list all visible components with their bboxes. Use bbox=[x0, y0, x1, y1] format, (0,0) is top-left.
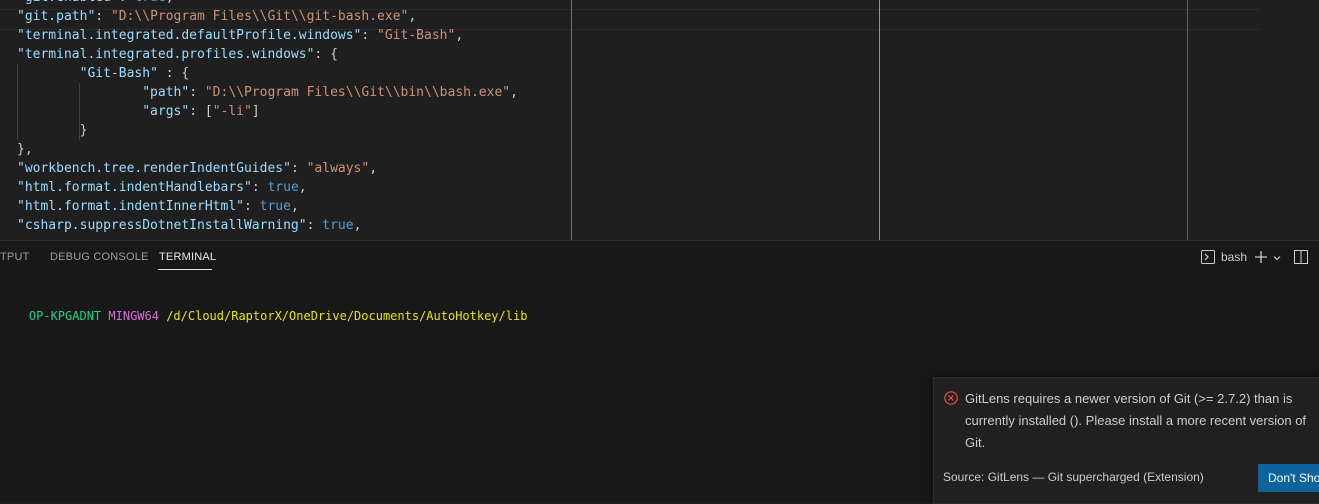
code-token: : bbox=[119, 0, 135, 5]
error-icon bbox=[944, 391, 958, 405]
code-line: "terminal.integrated.defaultProfile.wind… bbox=[17, 26, 518, 45]
code-token: , bbox=[166, 0, 174, 5]
tab-debug-console[interactable]: DEBUG CONSOLE bbox=[50, 251, 149, 263]
code-token: "Git-Bash" bbox=[377, 28, 456, 43]
code-token: , bbox=[455, 28, 464, 43]
code-token: "always" bbox=[306, 161, 370, 176]
split-icon[interactable] bbox=[1294, 250, 1308, 267]
code-line: "git.path": "D:\\Program Files\\Git\\git… bbox=[17, 7, 518, 26]
code-line: "git.enabled": true, bbox=[17, 0, 518, 7]
tab-terminal[interactable]: TERMINAL bbox=[159, 251, 216, 263]
code-token: : bbox=[189, 85, 205, 100]
code-token: "html.format.indentHandlebars" bbox=[17, 180, 252, 195]
prompt-path: /d/Cloud/RaptorX/OneDrive/Documents/Auto… bbox=[166, 309, 528, 323]
code-token: true bbox=[259, 199, 291, 214]
code-line: "terminal.integrated.profiles.windows": … bbox=[17, 45, 518, 64]
code-line: "path": "D:\\Program Files\\Git\\bin\\ba… bbox=[17, 83, 518, 102]
code-token: : bbox=[306, 218, 323, 233]
code-lines: "git.enabled": true,"git.path": "D:\\Pro… bbox=[17, 0, 518, 235]
ruler-green bbox=[571, 0, 572, 240]
code-token: "Git-Bash" bbox=[79, 66, 158, 81]
code-token: "-li" bbox=[212, 104, 252, 119]
code-line: "Git-Bash" : { bbox=[17, 64, 518, 83]
code-token: "args" bbox=[142, 104, 190, 119]
code-token: : [ bbox=[189, 104, 213, 119]
code-line: "html.format.indentHandlebars": true, bbox=[17, 178, 518, 197]
code-token: , bbox=[290, 199, 299, 214]
code-token: true bbox=[134, 0, 165, 5]
code-line: }, bbox=[17, 140, 518, 159]
code-token: "html.format.indentInnerHtml" bbox=[17, 199, 244, 214]
code-line: "csharp.suppressDotnetInstallWarning": t… bbox=[17, 216, 518, 235]
plus-icon[interactable] bbox=[1254, 250, 1268, 267]
code-token: : bbox=[251, 180, 268, 195]
code-token: , bbox=[369, 161, 378, 176]
code-line: "workbench.tree.renderIndentGuides": "al… bbox=[17, 159, 518, 178]
code-token: , bbox=[353, 218, 362, 233]
dont-show-button[interactable]: Don't Show bbox=[1258, 464, 1319, 492]
code-token: : bbox=[95, 9, 111, 24]
code-token: "git.enabled" bbox=[17, 0, 119, 5]
code-token: : bbox=[361, 28, 378, 43]
code-token: : bbox=[290, 161, 307, 176]
code-token: "D:\\Program Files\\Git\\git-bash.exe" bbox=[110, 9, 409, 24]
code-token: }, bbox=[17, 142, 33, 157]
tab-output[interactable]: TPUT bbox=[0, 251, 30, 263]
notification-toast: GitLens requires a newer version of Git … bbox=[933, 377, 1319, 504]
code-token: "git.path" bbox=[17, 9, 96, 24]
code-token: : { bbox=[314, 47, 338, 62]
code-token: "workbench.tree.renderIndentGuides" bbox=[17, 161, 291, 176]
notification-message: GitLens requires a newer version of Git … bbox=[965, 391, 1307, 450]
ruler-red bbox=[1187, 0, 1188, 240]
code-token: , bbox=[408, 9, 417, 24]
chevron-down-icon[interactable] bbox=[1272, 252, 1282, 266]
terminal-icon[interactable] bbox=[1201, 250, 1215, 267]
prompt-system: MINGW64 bbox=[108, 309, 159, 323]
code-token: , bbox=[298, 180, 307, 195]
code-line: "args": ["-li"] bbox=[17, 102, 518, 121]
code-token: ] bbox=[251, 104, 260, 119]
prompt-host: OP-KPGADNT bbox=[28, 309, 102, 323]
code-token: "path" bbox=[142, 85, 190, 100]
code-token: true bbox=[267, 180, 299, 195]
code-line: } bbox=[17, 121, 518, 140]
code-token: "D:\\Program Files\\Git\\bin\\bash.exe" bbox=[204, 85, 511, 100]
code-token: true bbox=[322, 218, 354, 233]
notification-source: Source: GitLens — Git supercharged (Exte… bbox=[943, 470, 1204, 484]
terminal-prompt[interactable]: OP-KPGADNT MINGW64 /d/Cloud/RaptorX/OneD… bbox=[0, 295, 528, 337]
code-token: } bbox=[17, 123, 88, 138]
active-tab-indicator bbox=[158, 269, 212, 270]
terminal-name[interactable]: bash bbox=[1221, 250, 1247, 264]
code-token: : { bbox=[157, 66, 190, 81]
code-token: : bbox=[243, 199, 260, 214]
code-line: "html.format.indentInnerHtml": true, bbox=[17, 197, 518, 216]
code-token: "terminal.integrated.defaultProfile.wind… bbox=[17, 28, 362, 43]
ruler-yellow bbox=[879, 0, 880, 240]
code-token: "terminal.integrated.profiles.windows" bbox=[17, 47, 315, 62]
code-editor[interactable]: "git.enabled": true,"git.path": "D:\\Pro… bbox=[0, 0, 1319, 240]
code-token: "csharp.suppressDotnetInstallWarning" bbox=[17, 218, 307, 233]
code-token: , bbox=[510, 85, 518, 100]
